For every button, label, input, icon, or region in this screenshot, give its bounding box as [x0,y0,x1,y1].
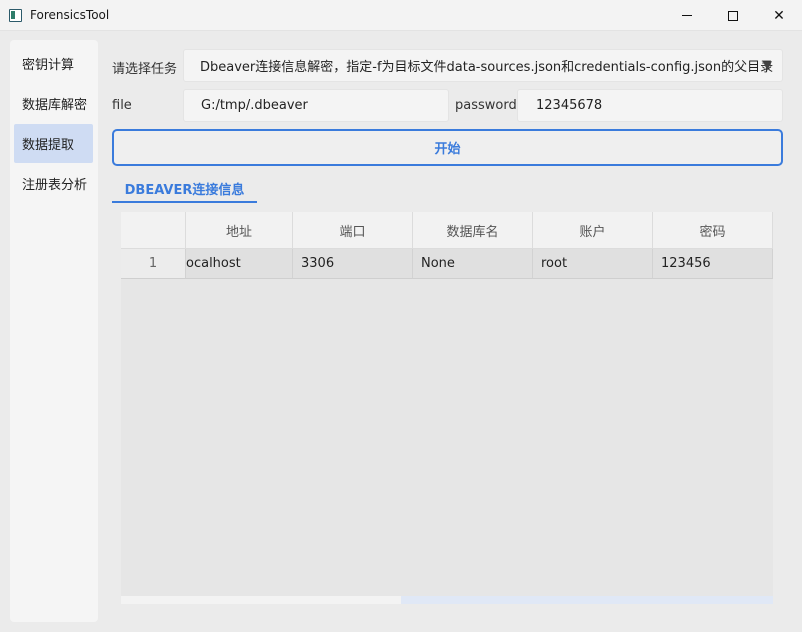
sidebar-item-registry[interactable]: 注册表分析 [14,164,93,203]
column-header-address[interactable]: 地址 [186,212,293,249]
table-cell-account[interactable]: root [533,249,653,279]
sidebar: 密钥计算 数据库解密 数据提取 注册表分析 [10,40,98,622]
minimize-button[interactable] [664,0,710,31]
sidebar-item-data-extract[interactable]: 数据提取 [14,124,93,163]
table-cell-password[interactable]: 123456 [653,249,773,279]
column-header-port[interactable]: 端口 [293,212,413,249]
sidebar-item-label: 数据库解密 [22,98,88,113]
close-button[interactable]: ✕ [756,0,802,31]
task-select-value: Dbeaver连接信息解密，指定-f为目标文件data-sources.json… [200,60,774,75]
app-icon [9,9,22,22]
sidebar-item-db-decrypt[interactable]: 数据库解密 [14,84,93,123]
file-label: file [112,98,132,113]
password-input[interactable]: 12345678 [517,89,783,122]
table-cell-port[interactable]: 3306 [293,249,413,279]
maximize-icon [728,10,738,21]
start-button[interactable]: 开始 [112,129,783,166]
tab-dbeaver-info[interactable]: DBEAVER连接信息 [112,175,257,203]
table-corner-header[interactable] [121,212,186,249]
window-title: ForensicsTool [30,8,110,22]
column-header-password[interactable]: 密码 [653,212,773,249]
results-table: 地址 端口 数据库名 账户 密码 1 ocalhost 3306 None ro… [121,212,773,604]
row-number[interactable]: 1 [121,249,186,279]
sidebar-item-label: 数据提取 [22,138,75,153]
sidebar-item-key-calc[interactable]: 密钥计算 [14,44,93,83]
file-input-value: G:/tmp/.dbeaver [201,98,308,113]
dropdown-caret-icon: ▼ [762,58,772,72]
close-icon: ✕ [773,7,785,24]
column-header-dbname[interactable]: 数据库名 [413,212,533,249]
sidebar-item-label: 注册表分析 [22,178,88,193]
column-header-account[interactable]: 账户 [533,212,653,249]
maximize-button[interactable] [710,0,756,31]
title-bar: ForensicsTool ✕ [0,0,802,31]
task-select[interactable]: Dbeaver连接信息解密，指定-f为目标文件data-sources.json… [183,49,783,82]
sidebar-item-label: 密钥计算 [22,58,75,73]
minimize-icon [682,15,692,16]
table-cell-dbname[interactable]: None [413,249,533,279]
task-label: 请选择任务 [112,62,178,77]
password-input-value: 12345678 [536,98,603,113]
horizontal-scrollbar-thumb[interactable] [401,596,773,604]
file-input[interactable]: G:/tmp/.dbeaver [183,89,449,122]
password-label: password [455,98,517,113]
table-cell-address[interactable]: ocalhost [186,249,293,279]
